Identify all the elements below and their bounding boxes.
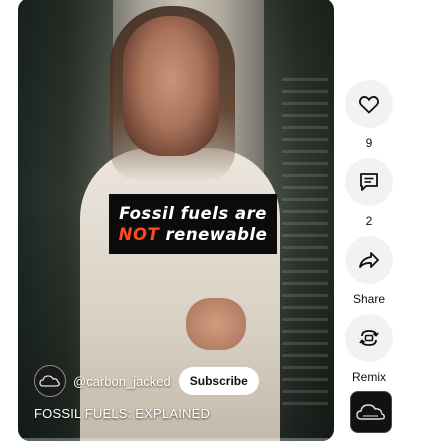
remix-label: Remix — [351, 370, 386, 384]
channel-avatar[interactable] — [34, 365, 66, 397]
cloud-logo-icon — [356, 404, 385, 420]
video-overlay-title: Fossil fuels are NOT renewable — [109, 194, 277, 254]
channel-name[interactable]: @carbon_jacked — [73, 374, 171, 389]
subscribe-button[interactable]: Subscribe — [178, 367, 259, 395]
window-blinds — [282, 78, 328, 408]
overlay-title-line2: NOT renewable — [119, 224, 268, 245]
heart-icon — [358, 96, 380, 114]
overlay-title-renewable: renewable — [159, 225, 268, 244]
share-button[interactable] — [345, 236, 393, 284]
presenter-face — [123, 16, 219, 156]
remix-action[interactable]: Remix — [345, 314, 393, 384]
video-caption[interactable]: FOSSIL FUELS: EXPLAINED — [34, 406, 210, 421]
overlay-title-not: NOT — [118, 225, 160, 244]
comment-count: 2 — [365, 214, 373, 228]
comment-icon — [360, 173, 378, 191]
like-count: 9 — [365, 136, 373, 150]
share-action[interactable]: Share — [345, 236, 393, 306]
share-label: Share — [352, 292, 386, 306]
presenter-hand — [186, 298, 246, 350]
video-progress-bar[interactable] — [18, 438, 334, 441]
cloud-logo-icon — [39, 375, 60, 387]
channel-thumbnail[interactable] — [350, 391, 392, 433]
like-button[interactable] — [345, 80, 393, 128]
comment-action[interactable]: 2 — [345, 158, 393, 228]
comment-button[interactable] — [345, 158, 393, 206]
overlay-title-line1: Fossil fuels are — [119, 204, 267, 223]
remix-button[interactable] — [345, 314, 393, 362]
remix-icon — [359, 330, 379, 346]
share-icon — [359, 252, 379, 268]
like-action[interactable]: 9 — [345, 80, 393, 150]
channel-row: @carbon_jacked Subscribe — [34, 364, 259, 398]
